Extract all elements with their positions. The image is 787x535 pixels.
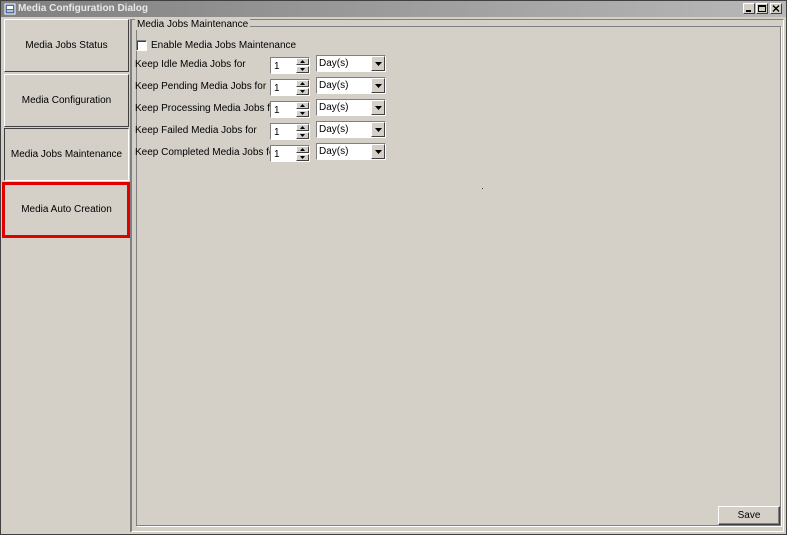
arrow-up-icon xyxy=(300,126,305,129)
keep-failed-unit-select[interactable]: Day(s) xyxy=(316,121,386,138)
select-value: Day(s) xyxy=(319,124,349,135)
arrow-up-icon xyxy=(300,148,305,151)
arrow-down-icon xyxy=(300,156,305,159)
maximize-icon xyxy=(758,5,766,12)
enable-maintenance-label: Enable Media Jobs Maintenance xyxy=(151,40,297,51)
stepper-up-button[interactable] xyxy=(296,124,309,131)
select-value: Day(s) xyxy=(319,102,349,113)
nav-media-auto-creation[interactable]: Media Auto Creation xyxy=(4,183,129,236)
stepper-up-button[interactable] xyxy=(296,146,309,153)
nav-label: Media Jobs Status xyxy=(25,40,108,51)
stepper-buttons xyxy=(296,146,309,161)
chevron-down-icon xyxy=(375,62,382,66)
keep-pending-label: Keep Pending Media Jobs for xyxy=(135,81,267,92)
main-panel xyxy=(131,19,784,532)
stepper-up-button[interactable] xyxy=(296,58,309,65)
chevron-down-icon xyxy=(375,150,382,154)
stepper-down-button[interactable] xyxy=(296,154,309,161)
stepper-down-button[interactable] xyxy=(296,66,309,73)
window-title: Media Configuration Dialog xyxy=(18,3,148,14)
groupbox-title: Media Jobs Maintenance xyxy=(135,19,251,30)
keep-processing-unit-select[interactable]: Day(s) xyxy=(316,99,386,116)
keep-pending-stepper[interactable]: 1 xyxy=(270,79,310,96)
title-bar[interactable]: Media Configuration Dialog xyxy=(1,1,786,17)
chevron-down-icon xyxy=(375,84,382,88)
stepper-down-button[interactable] xyxy=(296,110,309,117)
keep-completed-label: Keep Completed Media Jobs for xyxy=(135,147,278,158)
keep-idle-label: Keep Idle Media Jobs for xyxy=(135,59,246,70)
stepper-down-button[interactable] xyxy=(296,88,309,95)
maintenance-groupbox xyxy=(136,26,781,526)
app-icon xyxy=(4,3,16,15)
enable-maintenance-checkbox[interactable] xyxy=(136,40,147,51)
stepper-buttons xyxy=(296,58,309,73)
arrow-up-icon xyxy=(300,82,305,85)
dropdown-button[interactable] xyxy=(371,78,385,93)
stepper-value: 1 xyxy=(274,105,280,116)
nav-label: Media Jobs Maintenance xyxy=(10,149,123,160)
nav-media-jobs-maintenance[interactable]: Media Jobs Maintenance xyxy=(4,128,129,181)
keep-failed-label: Keep Failed Media Jobs for xyxy=(135,125,257,136)
select-value: Day(s) xyxy=(319,58,349,69)
media-configuration-dialog: Media Configuration Dialog Media Jobs St… xyxy=(0,0,787,535)
stepper-value: 1 xyxy=(274,61,280,72)
nav-label: Media Auto Creation xyxy=(21,204,112,215)
stepper-down-button[interactable] xyxy=(296,132,309,139)
keep-idle-unit-select[interactable]: Day(s) xyxy=(316,55,386,72)
stepper-up-button[interactable] xyxy=(296,80,309,87)
nav-media-configuration[interactable]: Media Configuration xyxy=(4,74,129,127)
select-value: Day(s) xyxy=(319,80,349,91)
minimize-button[interactable] xyxy=(743,3,755,14)
keep-completed-unit-select[interactable]: Day(s) xyxy=(316,143,386,160)
close-icon xyxy=(772,5,780,12)
stepper-up-button[interactable] xyxy=(296,102,309,109)
keep-pending-unit-select[interactable]: Day(s) xyxy=(316,77,386,94)
arrow-down-icon xyxy=(300,90,305,93)
stray-pixel xyxy=(482,188,483,189)
dropdown-button[interactable] xyxy=(371,100,385,115)
save-button[interactable]: Save xyxy=(718,506,780,525)
stepper-buttons xyxy=(296,80,309,95)
stepper-value: 1 xyxy=(274,127,280,138)
stepper-value: 1 xyxy=(274,83,280,94)
sidebar: Media Jobs Status Media Configuration Me… xyxy=(3,19,131,532)
arrow-up-icon xyxy=(300,60,305,63)
arrow-down-icon xyxy=(300,112,305,115)
arrow-down-icon xyxy=(300,134,305,137)
dropdown-button[interactable] xyxy=(371,56,385,71)
keep-completed-stepper[interactable]: 1 xyxy=(270,145,310,162)
keep-processing-label: Keep Processing Media Jobs for xyxy=(135,103,279,114)
close-button[interactable] xyxy=(770,3,782,14)
stepper-value: 1 xyxy=(274,149,280,160)
nav-label: Media Configuration xyxy=(21,95,112,106)
chevron-down-icon xyxy=(375,106,382,110)
nav-media-jobs-status[interactable]: Media Jobs Status xyxy=(4,19,129,72)
minimize-icon xyxy=(746,10,751,12)
arrow-up-icon xyxy=(300,104,305,107)
chevron-down-icon xyxy=(375,128,382,132)
keep-failed-stepper[interactable]: 1 xyxy=(270,123,310,140)
maximize-button[interactable] xyxy=(756,3,768,14)
stepper-buttons xyxy=(296,124,309,139)
select-value: Day(s) xyxy=(319,146,349,157)
dropdown-button[interactable] xyxy=(371,144,385,159)
stepper-buttons xyxy=(296,102,309,117)
dropdown-button[interactable] xyxy=(371,122,385,137)
keep-idle-stepper[interactable]: 1 xyxy=(270,57,310,74)
keep-processing-stepper[interactable]: 1 xyxy=(270,101,310,118)
arrow-down-icon xyxy=(300,68,305,71)
